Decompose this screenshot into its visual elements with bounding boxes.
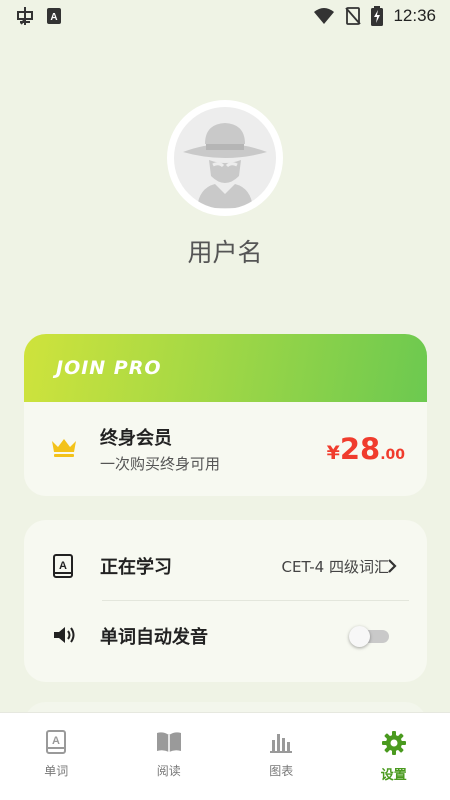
pro-title: 终身会员 [100, 428, 172, 449]
chevron-right-icon [388, 559, 397, 573]
svg-text:A: A [50, 12, 57, 23]
no-signal-icon [345, 7, 362, 25]
status-time: 12:36 [393, 6, 436, 25]
nav-item-reading[interactable]: 阅读 [113, 713, 226, 800]
avatar[interactable] [167, 100, 283, 216]
nav-item-words[interactable]: A 单词 [0, 713, 113, 800]
pro-banner: JOIN PRO [24, 334, 427, 402]
pro-subtitle: 一次购买终身可用 [100, 455, 221, 473]
open-book-icon [156, 732, 181, 752]
bottom-nav: A 单词 阅读 图表 设置 [0, 712, 450, 800]
svg-text:A: A [59, 560, 67, 572]
auto-pronounce-label: 单词自动发音 [100, 627, 208, 648]
book-a-icon: A [53, 554, 73, 578]
nav-label-settings: 设置 [380, 768, 407, 783]
battery-charging-icon [371, 6, 384, 26]
price-decimal: .00 [380, 447, 405, 463]
nav-label-chart: 图表 [269, 764, 294, 778]
nav-item-chart[interactable]: 图表 [225, 713, 338, 800]
word-book-icon: A [46, 730, 67, 754]
wifi-icon [314, 8, 335, 24]
pro-banner-text: JOIN PRO [56, 357, 162, 379]
pro-card[interactable]: JOIN PRO 终身会员 一次购买终身可用 ¥ 28 .00 [24, 334, 427, 496]
nav-label-words: 单词 [44, 764, 69, 778]
gear-icon [381, 731, 406, 755]
row-auto-pronounce[interactable]: 单词自动发音 [24, 601, 427, 671]
crown-icon [52, 439, 76, 457]
speaker-icon [54, 627, 75, 643]
nav-label-reading: 阅读 [156, 764, 181, 778]
learning-label: 正在学习 [100, 557, 172, 578]
status-bar: A 12:36 [0, 0, 450, 32]
price-symbol: ¥ [326, 442, 340, 464]
keyboard-a-icon: A [47, 8, 61, 24]
bar-chart-icon [270, 734, 293, 753]
auto-pronounce-toggle[interactable] [349, 626, 391, 647]
nav-item-settings[interactable]: 设置 [338, 713, 450, 800]
username: 用户名 [187, 238, 263, 267]
pro-body[interactable]: 终身会员 一次购买终身可用 ¥ 28 .00 [24, 402, 427, 496]
learning-value: CET-4 四级词汇 [281, 557, 389, 576]
incognito-hat-icon [183, 123, 267, 208]
debug-icon [17, 7, 33, 25]
svg-text:A: A [52, 735, 60, 747]
price: ¥ 28 .00 [327, 432, 405, 466]
price-integer: 28 [339, 432, 381, 466]
row-learning[interactable]: A 正在学习 CET-4 四级词汇 [24, 531, 427, 601]
settings-card: A 正在学习 CET-4 四级词汇 单词自动发音 [24, 520, 427, 682]
